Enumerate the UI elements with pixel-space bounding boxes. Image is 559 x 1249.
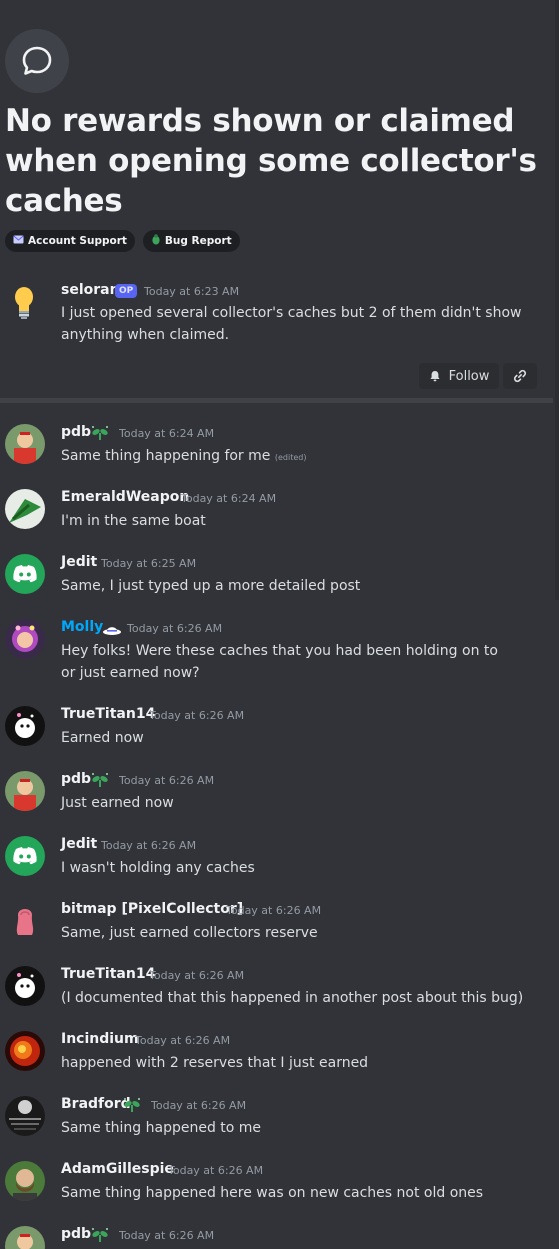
timestamp: Today at 6:24 AM bbox=[181, 492, 277, 505]
timestamp: Today at 6:26 AM bbox=[119, 774, 215, 787]
message-item: EmeraldWeapon Today at 6:24 AM I'm in th… bbox=[0, 489, 559, 551]
divider bbox=[0, 398, 553, 403]
op-badge: OP bbox=[115, 284, 138, 298]
lightbulb-icon bbox=[9, 284, 39, 320]
chat-bubble-icon bbox=[22, 46, 52, 75]
tag-bug-report[interactable]: Bug Report bbox=[142, 230, 240, 252]
username[interactable]: TrueTitan14 bbox=[61, 706, 155, 722]
avatar[interactable] bbox=[5, 771, 45, 811]
message-text: (I documented that this happened in anot… bbox=[61, 990, 524, 1006]
username[interactable]: TrueTitan14 bbox=[61, 966, 155, 982]
discord-logo-icon bbox=[13, 565, 37, 583]
timestamp: Today at 6:26 AM bbox=[168, 1164, 264, 1177]
message-text: I just opened several collector's caches… bbox=[61, 305, 522, 343]
message-text: Same thing happened here was on new cach… bbox=[61, 1185, 484, 1201]
follow-button[interactable]: Follow bbox=[419, 363, 499, 389]
thread-icon bbox=[5, 29, 69, 93]
message-item: Jedit Today at 6:25 AM Same, I just type… bbox=[0, 554, 559, 616]
envelope-icon bbox=[13, 235, 24, 247]
link-icon bbox=[513, 369, 527, 383]
message-item: pdb Today at 6:24 AM Same thing happenin… bbox=[0, 424, 559, 486]
message-item: Incindium Today at 6:26 AM happened with… bbox=[0, 1031, 559, 1093]
timestamp: Today at 6:26 AM bbox=[149, 969, 245, 982]
timestamp: Today at 6:26 AM bbox=[101, 839, 197, 852]
avatar[interactable] bbox=[5, 1161, 45, 1201]
avatar[interactable] bbox=[5, 554, 45, 594]
username[interactable]: pdb bbox=[61, 771, 91, 787]
message-text: Same thing happening for me (edited) bbox=[61, 445, 531, 469]
message-text: Hey folks! Were these caches that you ha… bbox=[61, 643, 498, 681]
avatar[interactable] bbox=[5, 1096, 45, 1136]
timestamp: Today at 6:26 AM bbox=[119, 1229, 215, 1242]
username[interactable]: bitmap [PixelCollector] bbox=[61, 901, 243, 917]
avatar[interactable] bbox=[5, 706, 45, 746]
avatar[interactable] bbox=[5, 966, 45, 1006]
message-text: Same, just earned collectors reserve bbox=[61, 925, 318, 941]
message-item: Jedit Today at 6:26 AM I wasn't holding … bbox=[0, 836, 559, 898]
thread-title: No rewards shown or claimed when opening… bbox=[5, 103, 537, 219]
message-item: TrueTitan14 Today at 6:26 AM Earned now bbox=[0, 706, 559, 768]
username[interactable]: EmeraldWeapon bbox=[61, 489, 189, 505]
thread-tags: Account Support Bug Report bbox=[5, 230, 240, 252]
message-item: Bradford Today at 6:26 AM Same thing hap… bbox=[0, 1096, 559, 1158]
message-text: Just earned now bbox=[61, 795, 174, 811]
username[interactable]: AdamGillespie bbox=[61, 1161, 174, 1177]
sprout-icon bbox=[90, 1227, 110, 1247]
timestamp: Today at 6:26 AM bbox=[135, 1034, 231, 1047]
sprout-icon bbox=[90, 772, 110, 792]
message-text: Same thing happened to me bbox=[61, 1120, 262, 1136]
avatar[interactable] bbox=[5, 1226, 45, 1249]
sprout-icon bbox=[122, 1097, 142, 1117]
username[interactable]: pdb bbox=[61, 424, 91, 440]
tag-account-support[interactable]: Account Support bbox=[5, 230, 135, 252]
message-item: AdamGillespie Today at 6:26 AM Same thin… bbox=[0, 1161, 559, 1223]
timestamp: Today at 6:24 AM bbox=[119, 427, 215, 440]
op-message: seloran OP Today at 6:23 AM I just opene… bbox=[0, 280, 559, 350]
timestamp: Today at 6:26 AM bbox=[151, 1099, 247, 1112]
timestamp: Today at 6:26 AM bbox=[226, 904, 322, 917]
timestamp: Today at 6:25 AM bbox=[101, 557, 197, 570]
username[interactable]: Bradford bbox=[61, 1096, 131, 1112]
tag-label: Bug Report bbox=[164, 235, 232, 247]
discord-logo-icon bbox=[13, 847, 37, 865]
message-body: Same thing happening for me bbox=[61, 448, 271, 464]
username[interactable]: Molly bbox=[61, 619, 103, 635]
message-item: bitmap [PixelCollector] Today at 6:26 AM… bbox=[0, 901, 559, 963]
message-text: Same, I just typed up a more detailed po… bbox=[61, 578, 361, 594]
message-text: I wasn't holding any caches bbox=[61, 860, 255, 876]
avatar[interactable] bbox=[5, 619, 45, 659]
avatar[interactable] bbox=[5, 901, 45, 941]
message-item: pdb Today at 6:26 AM bbox=[0, 1226, 559, 1249]
bug-icon bbox=[151, 234, 161, 248]
message-text: happened with 2 reserves that I just ear… bbox=[61, 1055, 369, 1071]
username[interactable]: Incindium bbox=[61, 1031, 139, 1047]
bell-icon bbox=[430, 371, 440, 382]
timestamp: Today at 6:26 AM bbox=[127, 622, 223, 635]
edited-marker: (edited) bbox=[274, 453, 307, 462]
username[interactable]: Jedit bbox=[61, 836, 97, 852]
mod-hat-icon bbox=[102, 621, 122, 640]
message-item: pdb Today at 6:26 AM Just earned now bbox=[0, 771, 559, 833]
tag-label: Account Support bbox=[28, 235, 127, 247]
avatar[interactable] bbox=[5, 424, 45, 464]
avatar[interactable] bbox=[5, 836, 45, 876]
timestamp: Today at 6:26 AM bbox=[149, 709, 245, 722]
username[interactable]: pdb bbox=[61, 1226, 91, 1242]
avatar[interactable] bbox=[5, 1031, 45, 1071]
avatar[interactable] bbox=[5, 489, 45, 529]
message-item: TrueTitan14 Today at 6:26 AM (I document… bbox=[0, 966, 559, 1028]
username[interactable]: seloran bbox=[61, 282, 120, 298]
username[interactable]: Jedit bbox=[61, 554, 97, 570]
sprout-icon bbox=[90, 425, 110, 445]
message-text: Earned now bbox=[61, 730, 144, 746]
thread-view: No rewards shown or claimed when opening… bbox=[0, 0, 559, 1249]
follow-label: Follow bbox=[448, 368, 490, 384]
message-item: Molly Today at 6:26 AM Hey folks! Were t… bbox=[0, 619, 559, 681]
message-text: I'm in the same boat bbox=[61, 513, 206, 529]
copy-link-button[interactable] bbox=[503, 363, 537, 389]
timestamp: Today at 6:23 AM bbox=[144, 285, 240, 298]
